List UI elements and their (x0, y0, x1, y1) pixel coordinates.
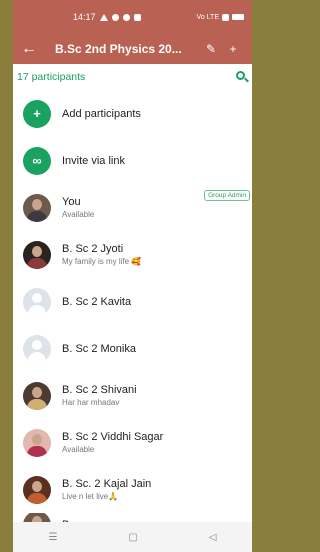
signal-icon (222, 13, 229, 21)
group-admin-badge: Group Admin (204, 190, 250, 201)
member-name: B. Sc 2 Jyoti (62, 243, 124, 255)
default-avatar (23, 334, 51, 363)
status-left: 14:17 (73, 12, 141, 22)
phone-screen: 14:17 Vo LTE ← B.Sc 2nd Physics 20... ✎ … (13, 0, 252, 552)
member-row[interactable]: B. Sc 2 Monika (13, 325, 252, 372)
member-name: B. Sc. 2 Kajal Jain (62, 478, 152, 490)
member-name: B. Sc 2 Kavita (62, 295, 132, 308)
recents-icon[interactable]: ☰ (48, 532, 57, 543)
member-status: Live n let live🙏 (62, 492, 119, 501)
member-row[interactable]: B. Sc 2 Kavita (13, 278, 252, 325)
back-icon[interactable]: ◁ (209, 532, 217, 543)
member-row[interactable]: B. Sc 2 Jyoti My family is my life 🥰 (13, 231, 252, 278)
avatar (23, 428, 51, 457)
status-bar: 14:17 Vo LTE (13, 0, 252, 34)
home-icon[interactable]: ▢ (128, 532, 137, 543)
app-notification-icon (133, 13, 141, 21)
member-status: Available (62, 210, 95, 219)
network-label: Vo LTE (196, 13, 219, 21)
avatar (23, 240, 51, 269)
member-row[interactable]: B. Sc 2 Viddhi Sagar Available (13, 419, 252, 466)
avatar (23, 381, 51, 410)
status-time: 14:17 (73, 12, 96, 22)
member-name: B. Sc 2 Viddhi Sagar (62, 431, 164, 443)
member-row[interactable]: You Available Group Admin (13, 184, 252, 231)
add-participants-button[interactable]: + Add participants (13, 90, 252, 137)
app-notification-icon (122, 13, 130, 21)
edit-pencil-icon[interactable]: ✎ (200, 42, 222, 56)
member-name: B. Sc 2 Monika (62, 342, 136, 355)
member-row[interactable]: B. Sc. 2 Kajal Jain Live n let live🙏 (13, 466, 252, 513)
member-status: Available (62, 445, 95, 454)
navigation-icon (99, 13, 108, 21)
search-icon[interactable] (236, 71, 249, 83)
member-row[interactable]: B. Sc 2 Shivani Har har mhadav (13, 372, 252, 419)
app-notification-icon (111, 13, 119, 21)
group-title[interactable]: B.Sc 2nd Physics 20... (43, 42, 200, 56)
back-arrow-icon[interactable]: ← (21, 40, 43, 58)
link-icon: ∞ (23, 146, 51, 175)
participants-header: 17 participants (13, 64, 252, 90)
system-nav-bar: ☰ ▢ ◁ (13, 522, 252, 552)
avatar (23, 475, 51, 504)
add-person-icon: + (23, 99, 51, 128)
member-name: B. Sc 2 Shivani (62, 384, 137, 396)
default-avatar (23, 287, 51, 316)
invite-via-link-button[interactable]: ∞ Invite via link (13, 137, 252, 184)
invite-link-label: Invite via link (62, 154, 125, 167)
avatar (23, 193, 51, 222)
battery-icon (232, 14, 244, 20)
status-right: Vo LTE (196, 13, 244, 21)
participants-count: 17 participants (17, 71, 86, 83)
add-participants-label: Add participants (62, 107, 141, 120)
member-status: My family is my life 🥰 (62, 257, 142, 266)
member-status: Har har mhadav (62, 398, 120, 407)
add-person-icon[interactable]: + (222, 42, 244, 56)
app-bar: ← B.Sc 2nd Physics 20... ✎ + (13, 34, 252, 64)
